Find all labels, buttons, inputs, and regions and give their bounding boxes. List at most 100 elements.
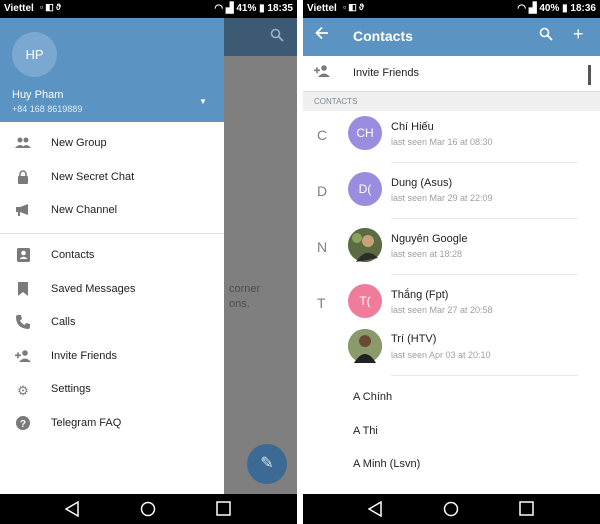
lock-icon — [14, 170, 32, 188]
phone-contact-item[interactable]: A Chính — [353, 391, 392, 403]
index-letter: C — [317, 127, 328, 143]
wifi-icon: ◠ — [214, 3, 224, 14]
megaphone-icon — [14, 203, 32, 221]
hint-line-1: corner — [229, 283, 261, 295]
menu-item-label: New Group — [51, 137, 107, 149]
back-nav-icon[interactable] — [64, 500, 79, 522]
menu-item-new-channel[interactable]: New Channel — [0, 195, 224, 227]
battery-level: 40% — [539, 3, 560, 14]
help-icon: ? — [14, 416, 32, 434]
user-phone: +84 168 8619889 — [12, 104, 83, 114]
contact-last-seen: last seen Apr 03 at 20:10 — [391, 350, 491, 360]
clock: 18:36 — [570, 3, 596, 14]
add-contact-icon[interactable]: + — [573, 24, 584, 45]
search-icon[interactable] — [539, 27, 553, 44]
menu-item-invite-friends[interactable]: Invite Friends — [0, 341, 224, 373]
contact-name[interactable]: Dung (Asus) — [391, 177, 452, 189]
recents-nav-icon[interactable] — [216, 501, 231, 521]
contacts-icon — [14, 248, 32, 266]
section-header: CONTACTS — [303, 91, 600, 111]
recents-nav-icon[interactable] — [519, 501, 534, 521]
index-letter: N — [317, 239, 328, 255]
navigation-bar — [303, 494, 600, 524]
account-dropdown-icon[interactable]: ▼ — [199, 97, 207, 106]
page-title: Contacts — [353, 28, 413, 44]
contact-name[interactable]: Chí Hiếu — [391, 121, 434, 133]
avatar — [348, 228, 382, 262]
menu-item-calls[interactable]: Calls — [0, 307, 224, 339]
menu-item-label: Contacts — [51, 249, 95, 261]
menu-item-label: Settings — [51, 383, 91, 395]
contact-last-seen: last seen Mar 16 at 08:30 — [391, 137, 493, 147]
avatar[interactable]: HP — [12, 32, 57, 77]
compose-button[interactable]: ✎ — [247, 444, 287, 484]
status-right: ◠ ▟ 41% ▮ 18:35 — [214, 3, 293, 14]
status-bar: Viettel ▫◧ϑ ◠ ▟ 40% ▮ 18:36 — [303, 0, 600, 18]
contact-last-seen: last seen Mar 29 at 22:09 — [391, 193, 493, 203]
pencil-icon: ✎ — [260, 455, 274, 472]
home-nav-icon[interactable] — [443, 501, 459, 522]
contact-last-seen: last seen at 18:28 — [391, 249, 463, 259]
row-divider — [391, 274, 578, 275]
hint-line-2: ons. — [229, 298, 250, 310]
menu-item-settings[interactable]: ⚙ Settings — [0, 374, 224, 406]
row-divider — [391, 375, 578, 376]
phone-contact-item[interactable]: A Minh (Lsvn) — [353, 458, 420, 470]
menu-item-contacts[interactable]: Contacts — [0, 240, 224, 272]
carrier-label: Viettel — [4, 3, 34, 14]
clock: 18:35 — [267, 3, 293, 14]
menu-item-telegram-faq[interactable]: ? Telegram FAQ — [0, 408, 224, 440]
wifi-icon: ◠ — [517, 3, 527, 14]
section-header-label: CONTACTS — [314, 97, 358, 106]
phone-icon — [14, 315, 32, 333]
menu-item-new-secret-chat[interactable]: New Secret Chat — [0, 162, 224, 194]
group-icon — [14, 136, 32, 154]
user-name: Huy Pham — [12, 89, 64, 101]
home-nav-icon[interactable] — [140, 501, 156, 522]
index-letter: D — [317, 183, 328, 199]
menu-item-label: Invite Friends — [51, 350, 118, 362]
status-right: ◠ ▟ 40% ▮ 18:36 — [517, 3, 596, 14]
avatar: T( — [348, 284, 382, 318]
add-person-icon — [314, 65, 330, 80]
invite-friends-label: Invite Friends — [353, 67, 420, 79]
menu-item-label: New Secret Chat — [51, 171, 135, 183]
contacts-toolbar: Contacts + — [303, 18, 600, 56]
navigation-drawer: HP Huy Pham +84 168 8619889 ▼ New Group … — [0, 18, 224, 494]
battery-icon: ▮ — [259, 3, 265, 14]
menu-item-new-group[interactable]: New Group — [0, 128, 224, 160]
svg-text:?: ? — [20, 419, 26, 430]
avatar: CH — [348, 116, 382, 150]
right-screen: Viettel ▫◧ϑ ◠ ▟ 40% ▮ 18:36 Contacts + I… — [303, 0, 600, 524]
menu-item-label: Saved Messages — [51, 283, 136, 295]
back-arrow-icon[interactable] — [315, 26, 329, 45]
signal-icon: ▟ — [528, 3, 537, 14]
menu-item-label: Calls — [51, 316, 76, 328]
invite-friends-row[interactable]: Invite Friends — [303, 56, 600, 90]
notification-icons: ▫◧ϑ — [40, 2, 63, 12]
contact-name[interactable]: Nguyên Google — [391, 233, 467, 245]
contact-name[interactable]: Thắng (Fpt) — [391, 289, 448, 301]
signal-icon: ▟ — [225, 3, 234, 14]
add-person-icon — [14, 349, 32, 367]
battery-icon: ▮ — [562, 3, 568, 14]
menu-item-saved-messages[interactable]: Saved Messages — [0, 274, 224, 306]
left-screen: Viettel ▫◧ϑ ◠ ▟ 41% ▮ 18:35 corner ons. … — [0, 0, 297, 524]
menu-divider — [0, 233, 224, 234]
row-divider — [391, 218, 578, 219]
gear-icon: ⚙ — [17, 383, 29, 398]
navigation-bar — [0, 494, 297, 524]
search-icon[interactable] — [270, 28, 284, 45]
empty-chat-hint: corner ons. — [229, 282, 260, 312]
back-nav-icon[interactable] — [367, 500, 382, 522]
contact-name[interactable]: Trí (HTV) — [391, 333, 436, 345]
scrollbar[interactable] — [588, 65, 591, 85]
menu-item-label: Telegram FAQ — [51, 417, 122, 429]
drawer-header: HP Huy Pham +84 168 8619889 ▼ — [0, 18, 224, 122]
avatar — [348, 329, 382, 363]
carrier-label: Viettel — [307, 3, 337, 14]
phone-contact-item[interactable]: A Thi — [353, 425, 378, 437]
status-bar: Viettel ▫◧ϑ ◠ ▟ 41% ▮ 18:35 — [0, 0, 297, 18]
contact-last-seen: last seen Mar 27 at 20:58 — [391, 305, 493, 315]
avatar: D( — [348, 172, 382, 206]
